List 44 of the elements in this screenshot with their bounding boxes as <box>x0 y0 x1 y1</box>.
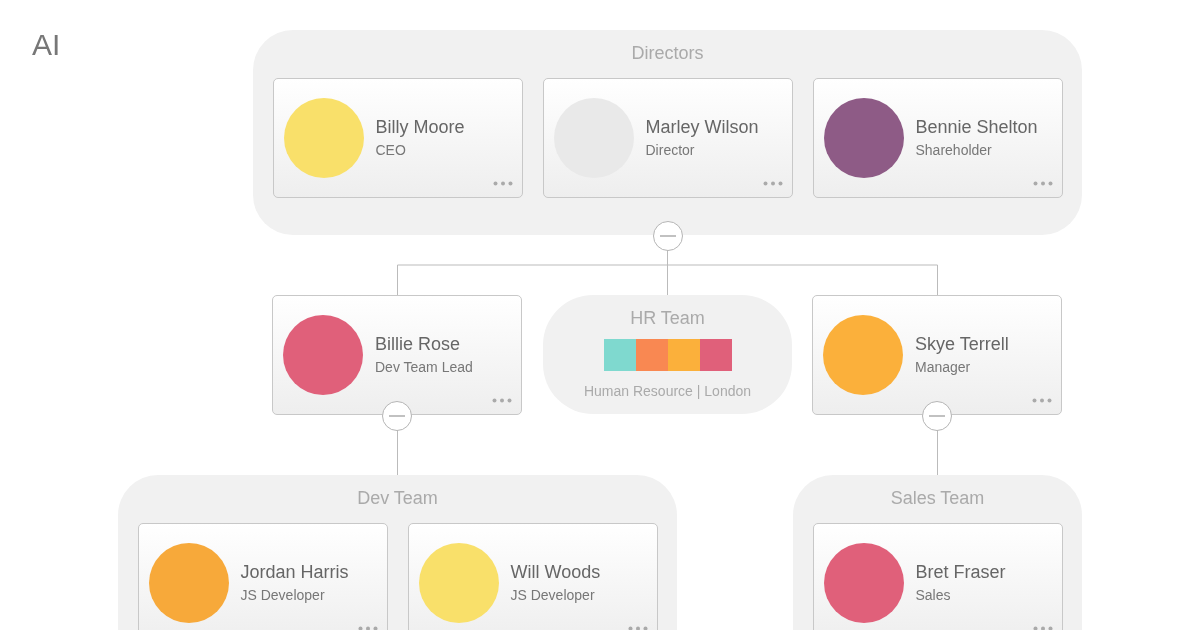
connector-line <box>397 428 398 476</box>
person-name: Marley Wilson <box>645 116 759 138</box>
team-subtitle: Human Resource | London <box>583 383 752 399</box>
person-card[interactable]: Bennie Shelton Shareholder <box>812 78 1063 198</box>
person-card[interactable]: Bret Fraser Sales <box>812 523 1063 630</box>
person-name: Will Woods <box>510 561 601 583</box>
corner-label: AI <box>32 28 61 62</box>
group-title: Dev Team <box>357 488 438 509</box>
person-name: Bennie Shelton <box>915 116 1038 138</box>
person-role: Dev Team Lead <box>375 358 473 375</box>
more-icon[interactable] <box>357 626 378 630</box>
group-title: Sales Team <box>890 488 985 509</box>
team-title: HR Team <box>630 308 705 329</box>
more-icon[interactable] <box>492 398 512 403</box>
person-role: CEO <box>375 141 407 158</box>
person-card[interactable]: Jordan Harris JS Developer <box>137 523 388 630</box>
connector-line <box>937 428 938 476</box>
person-name: Billie Rose <box>375 333 462 355</box>
person-role: Director <box>645 141 696 158</box>
more-icon[interactable] <box>1032 181 1053 186</box>
more-icon[interactable] <box>492 181 513 186</box>
more-icon[interactable] <box>1032 398 1052 403</box>
person-name: Bret Fraser <box>915 561 1006 583</box>
person-role: Shareholder <box>915 141 993 158</box>
minus-icon <box>389 415 405 417</box>
person-card[interactable]: Billie Rose Dev Team Lead <box>272 295 522 415</box>
person-role: Manager <box>915 358 972 375</box>
person-name: Jordan Harris <box>240 561 349 583</box>
more-icon[interactable] <box>1032 626 1053 630</box>
more-icon[interactable] <box>627 626 648 630</box>
person-name: Billy Moore <box>375 116 465 138</box>
person-card[interactable]: Marley Wilson Director <box>542 78 793 198</box>
person-role: JS Developer <box>510 586 596 603</box>
group-title: Directors <box>631 43 704 64</box>
minus-icon <box>659 235 676 237</box>
minus-icon <box>929 415 945 417</box>
person-card[interactable]: Skye Terrell Manager <box>812 295 1062 415</box>
more-icon[interactable] <box>762 181 783 186</box>
person-name: Skye Terrell <box>915 333 1009 355</box>
collapse-button[interactable] <box>652 221 683 251</box>
person-role: JS Developer <box>240 586 326 603</box>
person-role: Sales <box>915 586 952 603</box>
person-card[interactable]: Will Woods JS Developer <box>407 523 658 630</box>
person-card[interactable]: Billy Moore CEO <box>272 78 523 198</box>
